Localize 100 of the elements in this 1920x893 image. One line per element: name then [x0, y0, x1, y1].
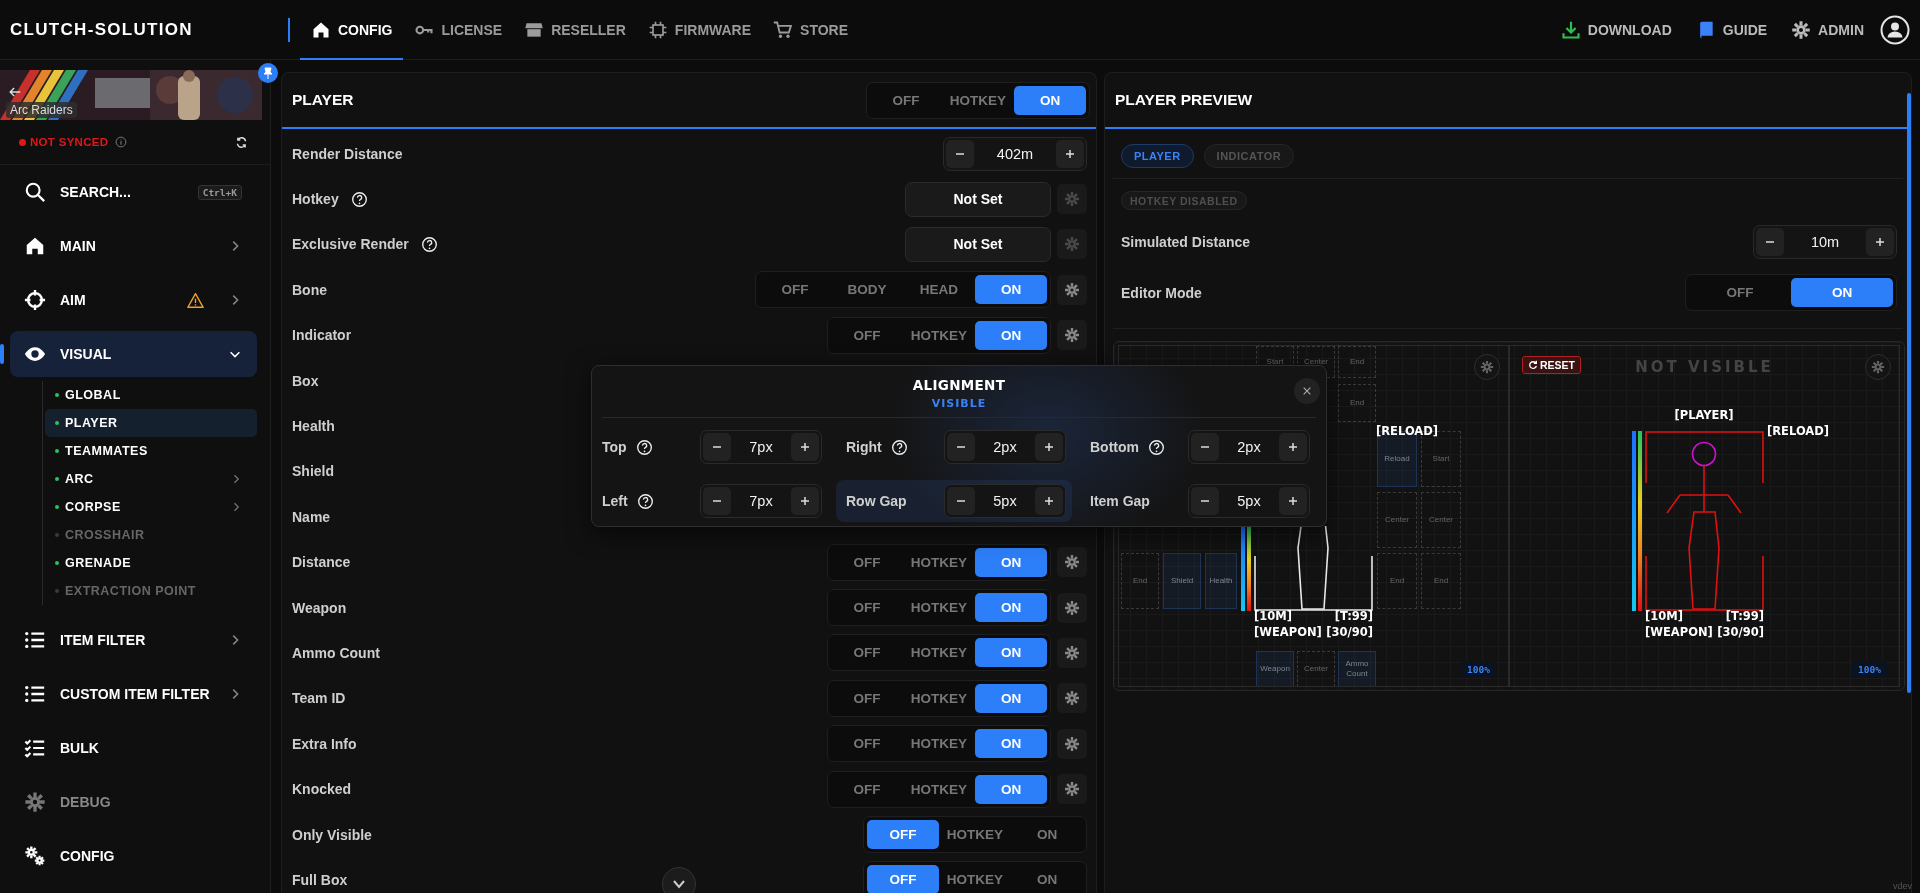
number-stepper[interactable]: 5px	[1188, 484, 1310, 518]
toggle-option[interactable]: OFF	[831, 729, 903, 759]
settings-button[interactable]	[1474, 354, 1500, 380]
nav-tab[interactable]: STORE	[762, 0, 860, 60]
toggle-option[interactable]: OFF	[831, 774, 903, 804]
toggle-option[interactable]: OFF	[1689, 278, 1791, 307]
toggle-option[interactable]: OFF	[831, 593, 903, 623]
nav-tab[interactable]: CONFIG	[300, 0, 404, 60]
settings-button[interactable]	[1057, 274, 1087, 305]
submenu-item[interactable]: PLAYER	[45, 409, 257, 437]
submenu-item[interactable]: GLOBAL	[45, 381, 257, 409]
toggle-option[interactable]: OFF	[759, 275, 831, 305]
sidebar-item[interactable]: MAIN	[10, 219, 257, 273]
decrement-button[interactable]	[947, 433, 975, 461]
layout-slot[interactable]: Shield	[1163, 553, 1201, 609]
layout-slot[interactable]: Center	[1377, 492, 1417, 548]
toggle-option[interactable]: BODY	[831, 275, 903, 305]
number-stepper[interactable]: 2px	[944, 430, 1066, 464]
toggle-option[interactable]: HOTKEY	[942, 85, 1014, 115]
submenu-item[interactable]: ARC	[45, 465, 257, 493]
increment-button[interactable]	[1866, 227, 1894, 256]
toggle-option[interactable]: HOTKEY	[903, 547, 975, 577]
info-icon[interactable]	[115, 136, 128, 148]
toggle-option[interactable]: ON	[1014, 85, 1086, 115]
toggle-option[interactable]: HOTKEY	[939, 865, 1011, 893]
increment-button[interactable]	[1035, 433, 1063, 461]
increment-button[interactable]	[1056, 139, 1084, 168]
settings-button[interactable]	[1057, 774, 1087, 805]
layout-slot[interactable]: End	[1377, 553, 1417, 609]
layout-slot[interactable]: End	[1421, 553, 1461, 609]
toggle-option[interactable]: OFF	[867, 865, 939, 893]
avatar-icon[interactable]	[1880, 14, 1910, 45]
settings-button[interactable]	[1057, 638, 1087, 668]
number-stepper[interactable]: 402m	[943, 136, 1087, 171]
increment-button[interactable]	[791, 433, 819, 461]
sidebar-item[interactable]: BULK	[10, 721, 257, 775]
toggle-option[interactable]: HOTKEY	[903, 320, 975, 350]
sidebar-item[interactable]: CONFIG	[10, 829, 257, 883]
decrement-button[interactable]	[947, 487, 975, 515]
toggle-option[interactable]: ON	[975, 683, 1047, 713]
toggle-option[interactable]: ON	[975, 547, 1047, 577]
help-icon[interactable]	[420, 235, 438, 253]
top-link[interactable]: ADMIN	[1791, 19, 1864, 40]
settings-button[interactable]	[1057, 683, 1087, 714]
toggle-option[interactable]: HOTKEY	[939, 820, 1011, 850]
help-icon[interactable]	[1148, 438, 1165, 456]
nav-tab[interactable]: LICENSE	[403, 0, 514, 60]
number-stepper[interactable]: 5px	[944, 484, 1066, 518]
toggle-option[interactable]: HOTKEY	[903, 729, 975, 759]
toggle-option[interactable]: ON	[975, 593, 1047, 623]
toggle-option[interactable]: ON	[1011, 820, 1083, 850]
search-field[interactable]: SEARCH... Ctrl+K	[10, 165, 257, 219]
settings-button[interactable]	[1865, 354, 1891, 380]
toggle-option[interactable]: OFF	[831, 638, 903, 668]
toggle-option[interactable]: HEAD	[903, 275, 975, 305]
help-icon[interactable]	[636, 492, 654, 510]
toggle-option[interactable]: ON	[975, 729, 1047, 759]
nav-tab[interactable]: FIRMWARE	[636, 0, 763, 60]
sidebar-item[interactable]: AIM	[10, 273, 257, 327]
reset-button[interactable]: RESET	[1522, 356, 1581, 374]
increment-button[interactable]	[1035, 487, 1063, 515]
back-arrow-icon[interactable]	[8, 85, 22, 99]
toggle-option[interactable]: ON	[975, 275, 1047, 305]
toggle-option[interactable]: ON	[1791, 278, 1893, 307]
toggle-option[interactable]: HOTKEY	[903, 683, 975, 713]
decrement-button[interactable]	[1191, 433, 1219, 461]
pin-icon[interactable]	[258, 63, 278, 83]
top-link[interactable]: GUIDE	[1695, 19, 1768, 40]
decrement-button[interactable]	[703, 487, 731, 515]
layout-slot[interactable]: End	[1121, 553, 1159, 609]
number-stepper[interactable]: 7px	[700, 484, 822, 518]
number-stepper[interactable]: 10m	[1753, 224, 1897, 259]
layout-slot[interactable]: End	[1338, 384, 1376, 422]
toggle-option[interactable]: ON	[975, 774, 1047, 804]
sidebar-item[interactable]: CUSTOM ITEM FILTER	[10, 667, 257, 721]
top-link[interactable]: DOWNLOAD	[1560, 19, 1672, 40]
nav-tab[interactable]: RESELLER	[513, 0, 637, 60]
submenu-item[interactable]: GRENADE	[45, 549, 257, 577]
toggle-option[interactable]: OFF	[831, 320, 903, 350]
preview-tab[interactable]: PLAYER	[1121, 144, 1194, 168]
layout-slot[interactable]: Center	[1421, 492, 1461, 548]
settings-button[interactable]	[1057, 547, 1087, 578]
help-icon[interactable]	[635, 438, 653, 456]
toggle-option[interactable]: ON	[1011, 865, 1083, 893]
scroll-down-button[interactable]	[662, 867, 696, 893]
toggle-option[interactable]: OFF	[867, 820, 939, 850]
help-icon[interactable]	[350, 190, 368, 208]
increment-button[interactable]	[1279, 487, 1307, 515]
toggle-option[interactable]: ON	[975, 638, 1047, 668]
submenu-item[interactable]: CROSSHAIR	[45, 521, 257, 549]
toggle-option[interactable]: OFF	[870, 85, 942, 115]
toggle-option[interactable]: HOTKEY	[903, 593, 975, 623]
toggle-option[interactable]: HOTKEY	[903, 774, 975, 804]
hotkey-button[interactable]: Not Set	[905, 226, 1051, 262]
help-icon[interactable]	[890, 438, 908, 456]
sidebar-item[interactable]: ITEM FILTER	[10, 613, 257, 667]
layout-slot[interactable]: Ammo Count	[1338, 651, 1376, 686]
toggle-option[interactable]: OFF	[831, 683, 903, 713]
layout-slot[interactable]: Health	[1205, 553, 1237, 609]
number-stepper[interactable]: 7px	[700, 430, 822, 464]
